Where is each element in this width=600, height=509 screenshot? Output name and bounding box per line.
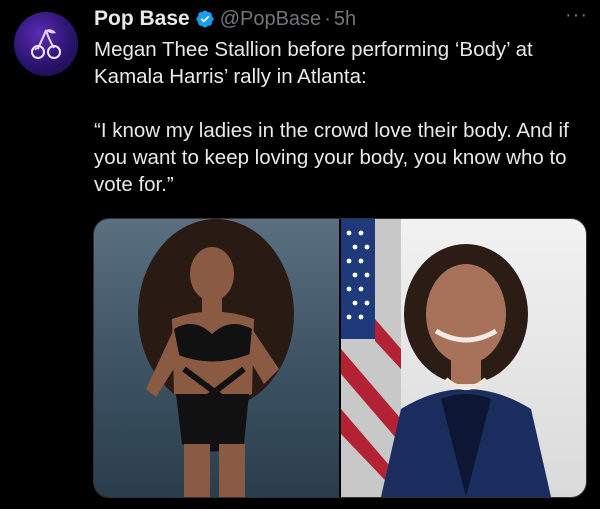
tweet-text: Megan Thee Stallion before performing ‘B… [94,38,569,196]
performer-illustration [138,219,294,497]
tweet-header: Pop Base @PopBase · 5h [94,6,590,32]
photo-kamala-harris[interactable] [341,219,586,497]
author-handle[interactable]: @PopBase [220,8,321,31]
media-grid[interactable] [93,218,587,498]
more-options-icon[interactable]: ··· [565,5,588,25]
cherry-logo-icon [31,29,61,59]
portrait-illustration [341,219,551,497]
separator-dot: · [324,7,331,30]
avatar[interactable] [14,12,78,76]
author-name[interactable]: Pop Base [94,7,190,31]
photo-megan-thee-stallion[interactable] [94,219,339,497]
timestamp[interactable]: 5h [334,8,356,31]
tweet-content: Pop Base @PopBase · 5h ··· Megan Thee St… [94,5,590,198]
verified-badge-icon [196,10,214,28]
